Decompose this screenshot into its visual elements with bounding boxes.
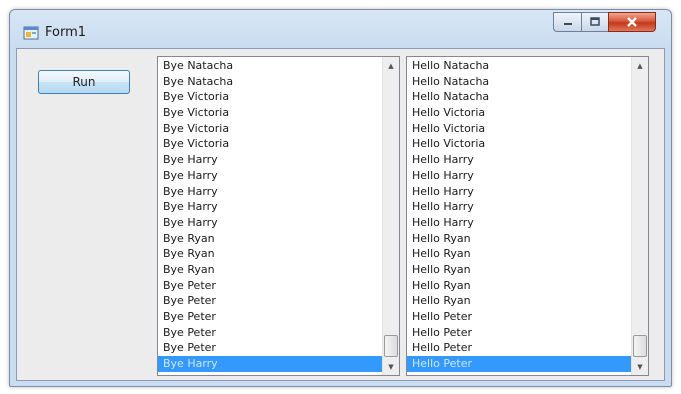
bye-list-scrollbar[interactable]: ▲ ▼: [382, 57, 399, 375]
list-item[interactable]: Bye Ryan: [158, 231, 382, 247]
close-button[interactable]: [608, 12, 656, 32]
list-item[interactable]: Bye Natacha: [158, 58, 382, 74]
list-item[interactable]: Hello Peter: [407, 325, 631, 341]
form1-window: Form1 Run Bye Natacha Bye Natacha Bye Vict…: [9, 9, 672, 387]
list-item[interactable]: Hello Natacha: [407, 89, 631, 105]
list-item[interactable]: Hello Harry: [407, 152, 631, 168]
list-item[interactable]: Bye Victoria: [158, 121, 382, 137]
list-item[interactable]: Bye Harry: [158, 199, 382, 215]
list-item[interactable]: Bye Peter: [158, 278, 382, 294]
list-item[interactable]: Hello Peter: [407, 340, 631, 356]
list-item[interactable]: Bye Ryan: [158, 246, 382, 262]
list-item[interactable]: Hello Peter: [407, 309, 631, 325]
list-item[interactable]: Bye Victoria: [158, 89, 382, 105]
list-item[interactable]: Hello Natacha: [407, 58, 631, 74]
maximize-button[interactable]: [581, 12, 608, 32]
list-item[interactable]: Hello Ryan: [407, 246, 631, 262]
scroll-thumb[interactable]: [633, 335, 647, 357]
scroll-thumb[interactable]: [384, 335, 398, 357]
list-item[interactable]: Bye Ryan: [158, 262, 382, 278]
list-item[interactable]: Hello Victoria: [407, 105, 631, 121]
list-item[interactable]: Bye Peter: [158, 293, 382, 309]
bye-listbox[interactable]: Bye Natacha Bye Natacha Bye Victoria Bye Vi…: [157, 56, 400, 376]
list-item[interactable]: Hello Harry: [407, 184, 631, 200]
list-item[interactable]: Hello Harry: [407, 168, 631, 184]
list-item[interactable]: Hello Harry: [407, 199, 631, 215]
form-client-area: Run Bye Natacha Bye Natacha Bye Victoria By…: [16, 48, 665, 381]
close-icon: [627, 17, 637, 27]
list-item[interactable]: Bye Victoria: [158, 105, 382, 121]
list-item[interactable]: Hello Natacha: [407, 74, 631, 90]
list-item[interactable]: Hello Ryan: [407, 262, 631, 278]
list-item[interactable]: Bye Peter: [158, 325, 382, 341]
form-app-icon: [23, 26, 39, 40]
window-title: Form1: [45, 25, 87, 40]
scroll-up-arrow-icon[interactable]: ▲: [632, 57, 648, 74]
list-item[interactable]: Bye Harry: [158, 184, 382, 200]
list-item[interactable]: Hello Peter: [407, 356, 631, 372]
list-item[interactable]: Bye Natacha: [158, 74, 382, 90]
list-item[interactable]: Bye Harry: [158, 356, 382, 372]
list-item[interactable]: Bye Victoria: [158, 136, 382, 152]
hello-list-items: Hello Natacha Hello Natacha Hello Natacha H…: [407, 58, 631, 372]
list-item[interactable]: Hello Harry: [407, 215, 631, 231]
list-item[interactable]: Bye Harry: [158, 168, 382, 184]
maximize-icon: [590, 17, 600, 26]
list-item[interactable]: Hello Ryan: [407, 231, 631, 247]
list-item[interactable]: Hello Ryan: [407, 278, 631, 294]
scroll-down-arrow-icon[interactable]: ▼: [383, 358, 399, 375]
scroll-up-arrow-icon[interactable]: ▲: [383, 57, 399, 74]
minimize-icon: [563, 23, 572, 25]
bye-list-items: Bye Natacha Bye Natacha Bye Victoria Bye Vi…: [158, 58, 382, 372]
hello-listbox[interactable]: Hello Natacha Hello Natacha Hello Natacha H…: [406, 56, 649, 376]
run-button[interactable]: Run: [38, 70, 130, 94]
list-item[interactable]: Hello Ryan: [407, 293, 631, 309]
list-item[interactable]: Bye Peter: [158, 340, 382, 356]
list-item[interactable]: Bye Harry: [158, 215, 382, 231]
list-item[interactable]: Hello Victoria: [407, 121, 631, 137]
list-item[interactable]: Bye Harry: [158, 152, 382, 168]
hello-list-scrollbar[interactable]: ▲ ▼: [631, 57, 648, 375]
minimize-button[interactable]: [553, 12, 581, 32]
list-item[interactable]: Hello Victoria: [407, 136, 631, 152]
title-bar[interactable]: Form1: [10, 10, 671, 48]
scroll-down-arrow-icon[interactable]: ▼: [632, 358, 648, 375]
list-item[interactable]: Bye Peter: [158, 309, 382, 325]
